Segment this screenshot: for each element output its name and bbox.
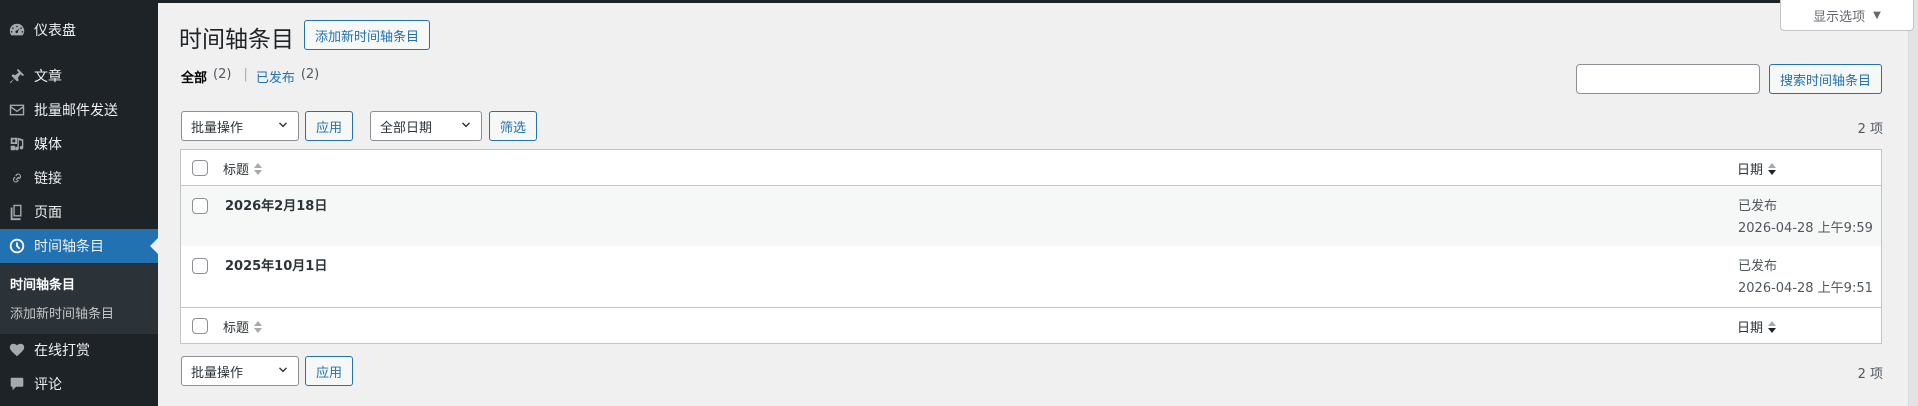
search-button[interactable]: 搜索时间轴条目 xyxy=(1769,64,1882,94)
row-status: 已发布 xyxy=(1738,199,1778,214)
sidebar-item-donate[interactable]: 在线打赏 xyxy=(0,333,158,367)
chevron-down-icon xyxy=(279,367,287,373)
posts-table: 标题 日期 2026年2月18日 已发布 2026-04-28 上午9:59 2… xyxy=(180,149,1882,344)
table-row: 2025年10月1日 已发布 2026-04-28 上午9:51 xyxy=(181,246,1881,306)
sidebar-item-label: 页面 xyxy=(34,205,62,221)
date-filter-value: 全部日期 xyxy=(380,120,433,136)
filter-button[interactable]: 筛选 xyxy=(489,111,537,141)
row-date: 2026-04-28 上午9:51 xyxy=(1738,281,1873,296)
search-input[interactable] xyxy=(1576,64,1760,94)
sidebar-item-label: 仪表盘 xyxy=(34,23,76,39)
column-date-label: 日期 xyxy=(1737,163,1764,178)
row-title-link[interactable]: 2025年10月1日 xyxy=(225,255,327,274)
sort-icon xyxy=(253,320,263,334)
table-row: 2026年2月18日 已发布 2026-04-28 上午9:59 xyxy=(181,186,1881,246)
view-all-count: (2) xyxy=(213,67,232,82)
select-all-checkbox-footer[interactable] xyxy=(192,318,208,334)
view-filters: 全部 (2) | 已发布 (2) xyxy=(181,67,319,86)
column-title-footer[interactable]: 标题 xyxy=(223,317,263,336)
sort-icon xyxy=(253,162,263,176)
sidebar-item-comments[interactable]: 评论 xyxy=(0,367,158,401)
link-icon xyxy=(0,161,34,195)
bulk-action-select[interactable]: 批量操作 xyxy=(181,111,299,141)
sidebar-item-label: 评论 xyxy=(34,377,62,393)
bulk-action-value: 批量操作 xyxy=(191,120,244,136)
timeline-submenu: 时间轴条目 添加新时间轴条目 xyxy=(0,264,158,334)
heart-icon xyxy=(0,333,34,367)
sort-desc-icon xyxy=(1767,320,1777,334)
column-date-label: 日期 xyxy=(1737,321,1764,336)
column-title-label: 标题 xyxy=(223,163,250,178)
submenu-item-all-timeline[interactable]: 时间轴条目 xyxy=(10,274,75,293)
screen-options-button[interactable]: 显示选项 ▼ xyxy=(1780,0,1914,31)
view-all-link[interactable]: 全部 xyxy=(181,67,207,86)
comment-icon xyxy=(0,367,34,401)
chevron-down-icon xyxy=(279,122,287,128)
date-filter-select[interactable]: 全部日期 xyxy=(370,111,482,141)
sidebar-item-timeline[interactable]: 时间轴条目 xyxy=(0,229,158,263)
table-footer-row: 标题 日期 xyxy=(181,307,1881,343)
sidebar-item-label: 链接 xyxy=(34,171,62,187)
sidebar-item-label: 文章 xyxy=(34,69,62,85)
row-status: 已发布 xyxy=(1738,259,1778,274)
caret-down-icon: ▼ xyxy=(1873,9,1881,21)
sidebar-item-media[interactable]: 媒体 xyxy=(0,127,158,161)
column-title-header[interactable]: 标题 xyxy=(223,159,263,178)
row-title-link[interactable]: 2026年2月18日 xyxy=(225,195,327,214)
pin-icon xyxy=(0,59,34,93)
table-header-row: 标题 日期 xyxy=(181,150,1881,186)
bulk-action-select-bottom[interactable]: 批量操作 xyxy=(181,356,299,386)
sidebar-item-dashboard[interactable]: 仪表盘 xyxy=(0,13,158,47)
chevron-down-icon xyxy=(462,122,470,128)
row-checkbox[interactable] xyxy=(192,258,208,274)
sidebar-item-posts[interactable]: 文章 xyxy=(0,59,158,93)
item-count-bottom: 2 项 xyxy=(1857,367,1883,382)
sort-desc-icon xyxy=(1767,162,1777,176)
bulk-action-value: 批量操作 xyxy=(191,365,244,381)
page-title: 时间轴条目 xyxy=(179,27,294,53)
media-icon xyxy=(0,127,34,161)
email-icon xyxy=(0,93,34,127)
add-new-button[interactable]: 添加新时间轴条目 xyxy=(304,20,430,50)
sidebar-item-label: 时间轴条目 xyxy=(34,239,104,255)
sidebar-item-label: 媒体 xyxy=(34,137,62,153)
top-bar-edge xyxy=(158,0,1918,3)
sidebar-item-pages[interactable]: 页面 xyxy=(0,195,158,229)
column-date-header[interactable]: 日期 xyxy=(1737,159,1777,178)
pages-icon xyxy=(0,195,34,229)
screen-options-label: 显示选项 xyxy=(1813,9,1866,25)
column-title-label: 标题 xyxy=(223,321,250,336)
view-separator: | xyxy=(243,67,248,82)
dashboard-icon xyxy=(0,13,34,47)
item-count: 2 项 xyxy=(1857,122,1883,137)
apply-button[interactable]: 应用 xyxy=(305,111,353,141)
apply-button-bottom[interactable]: 应用 xyxy=(305,356,353,386)
main-content: 显示选项 ▼ 时间轴条目 添加新时间轴条目 全部 (2) | 已发布 (2) 搜… xyxy=(158,0,1918,406)
row-checkbox[interactable] xyxy=(192,198,208,214)
view-published-link[interactable]: 已发布 xyxy=(256,67,295,86)
submenu-item-add-timeline[interactable]: 添加新时间轴条目 xyxy=(10,303,114,322)
sidebar-item-label: 批量邮件发送 xyxy=(34,103,118,119)
sidebar-item-links[interactable]: 链接 xyxy=(0,161,158,195)
row-date: 2026-04-28 上午9:59 xyxy=(1738,221,1873,236)
admin-sidebar: 仪表盘 文章 批量邮件发送 媒体 链接 页面 时间轴条目 时间轴条目 添加新时间… xyxy=(0,0,158,406)
column-date-footer[interactable]: 日期 xyxy=(1737,317,1777,336)
view-published-count: (2) xyxy=(300,67,320,82)
scrollbar[interactable] xyxy=(1908,0,1918,406)
clock-icon xyxy=(0,229,34,263)
select-all-checkbox[interactable] xyxy=(192,160,208,176)
sidebar-item-label: 在线打赏 xyxy=(34,343,90,359)
sidebar-item-bulk-mail[interactable]: 批量邮件发送 xyxy=(0,93,158,127)
